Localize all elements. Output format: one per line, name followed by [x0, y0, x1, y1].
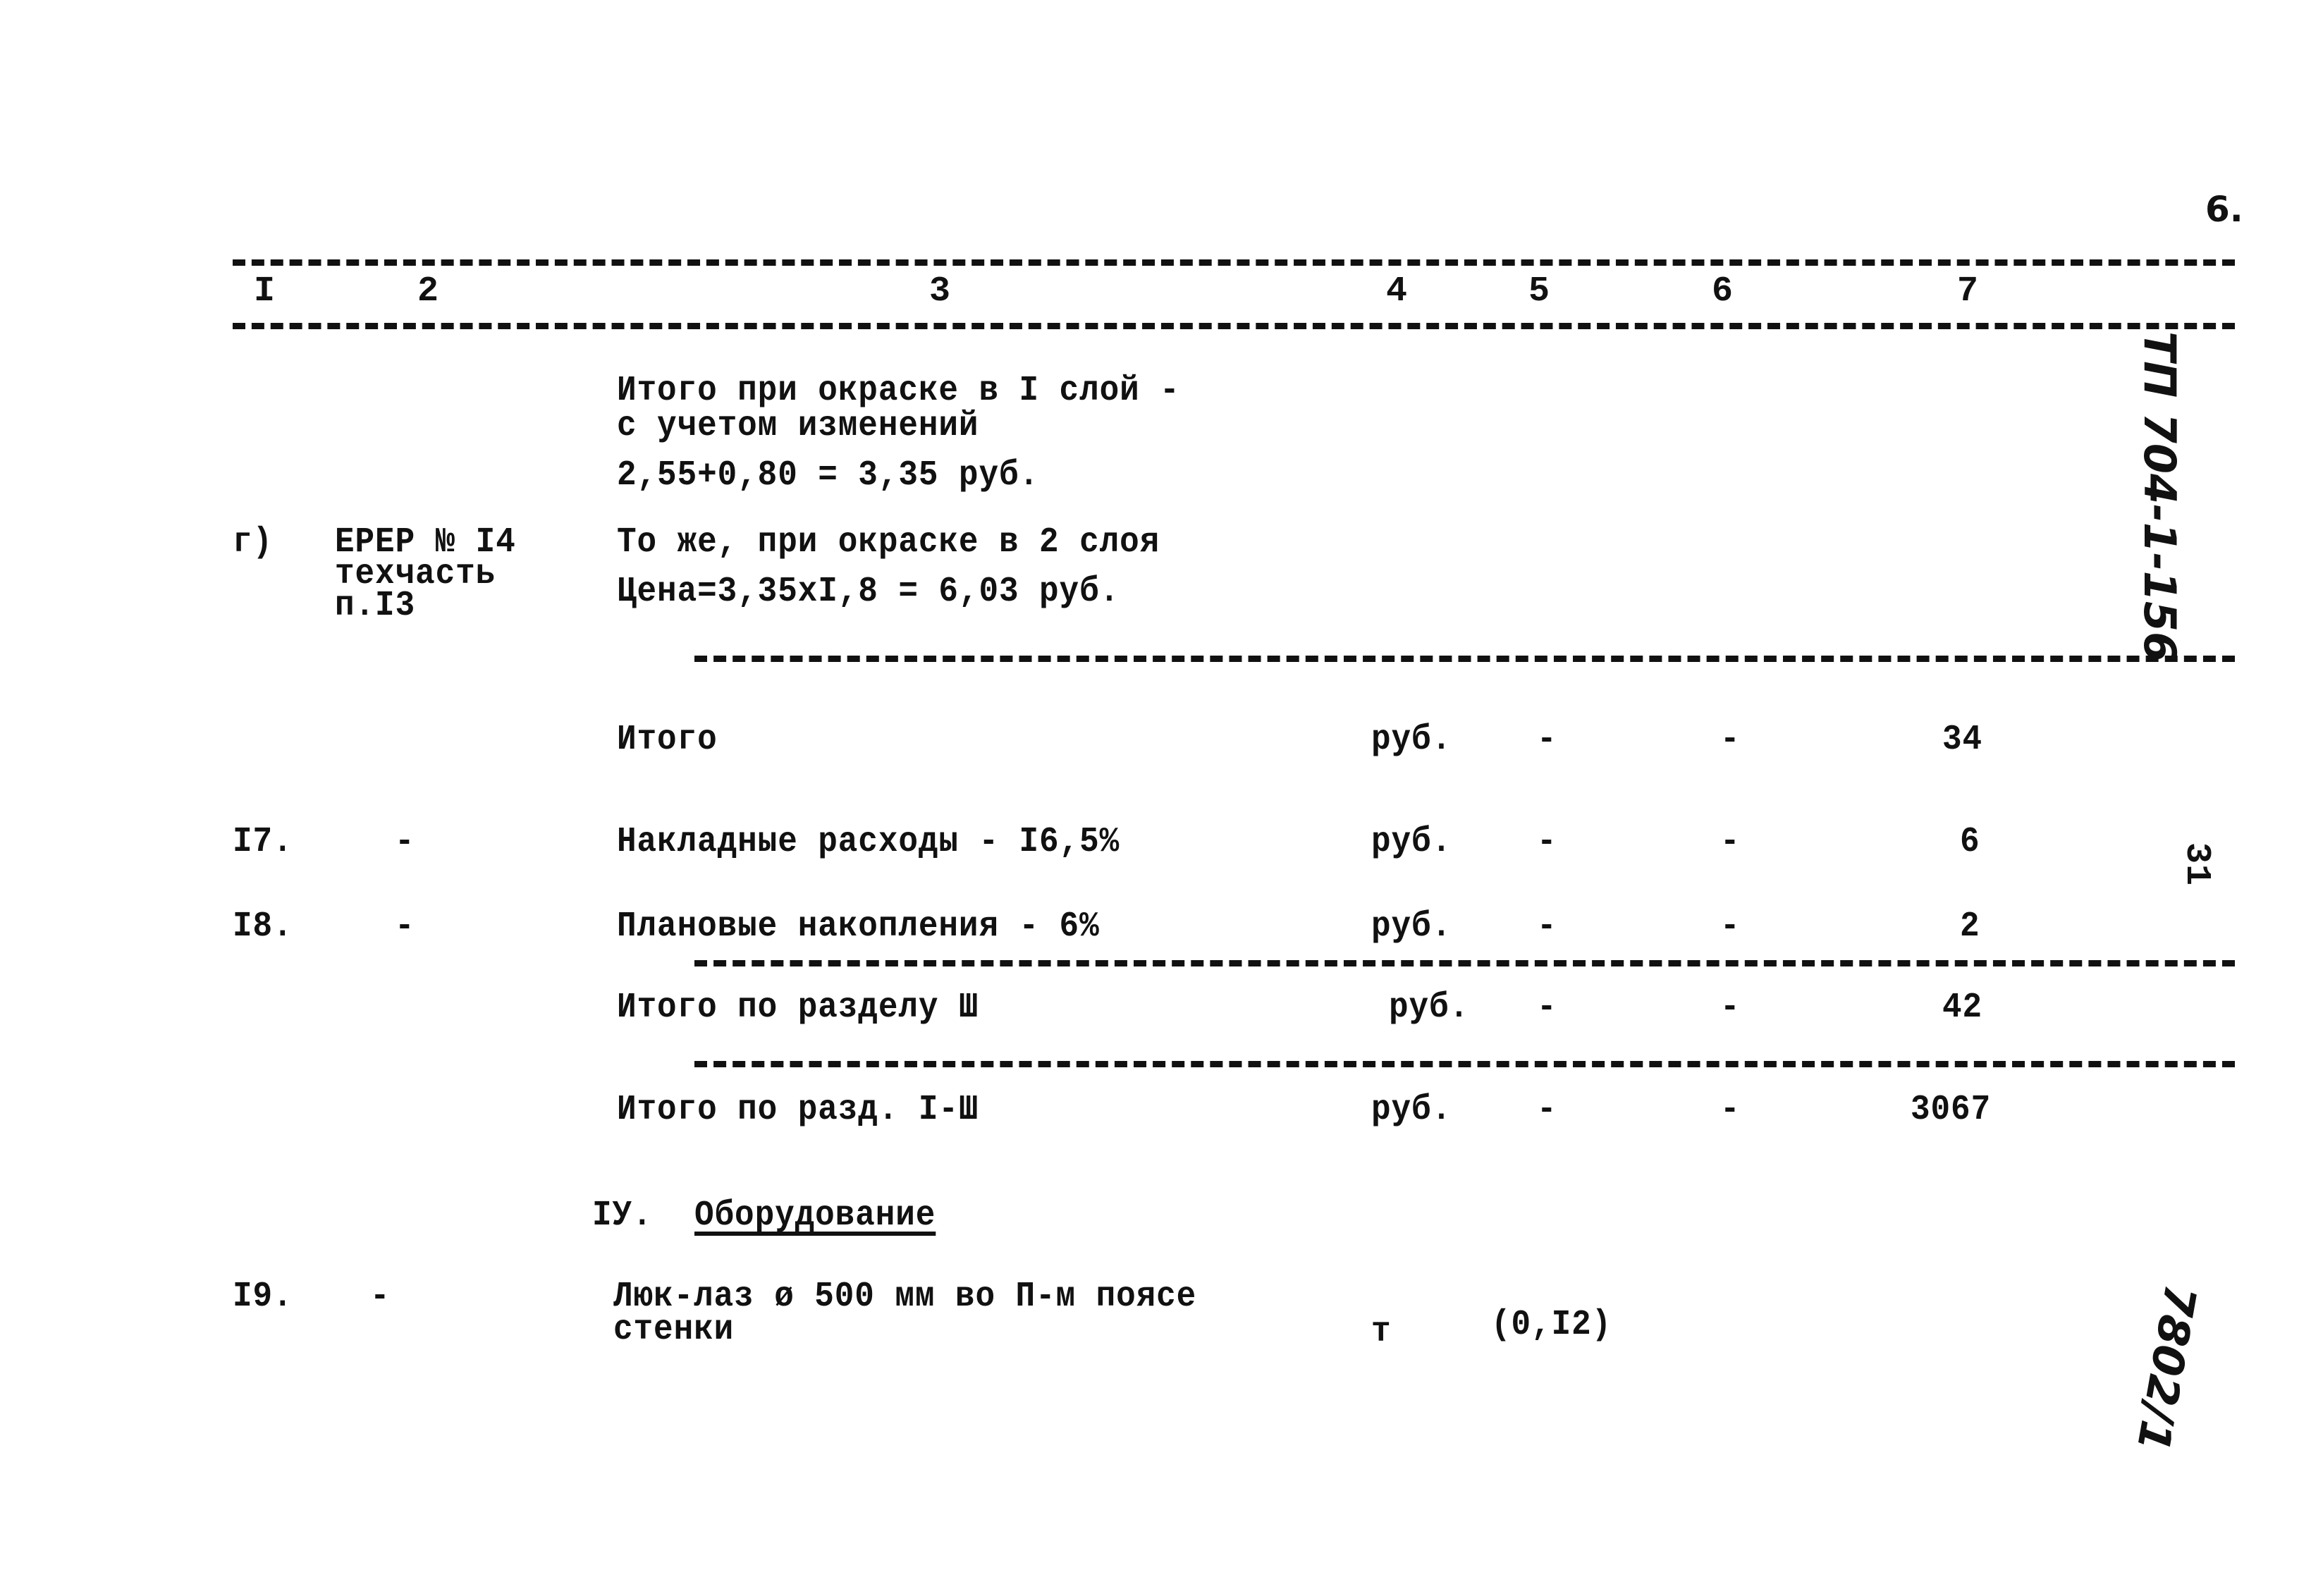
row-unit: руб. — [1371, 1090, 1452, 1130]
row-col6: - — [1720, 907, 1741, 947]
row-number: I7. — [233, 822, 293, 862]
painting-line-2: с учетом изменений — [617, 406, 979, 446]
row-number: I9. — [233, 1277, 293, 1317]
row-unit: руб. — [1371, 907, 1452, 947]
section-rule-2 — [694, 1061, 2235, 1067]
column-header-6: 6 — [1712, 271, 1734, 312]
subtotal-rule — [694, 656, 2235, 662]
row-col5: (0,I2) — [1491, 1305, 1612, 1345]
column-header-2: 2 — [417, 271, 439, 312]
margin-note-doc-code: ТП 704-1-156 — [2134, 331, 2186, 663]
section-numeral: IУ. — [592, 1196, 653, 1236]
row-col5: - — [1537, 1090, 1557, 1130]
row-col7: 2 — [1960, 907, 1980, 947]
section-title: Оборудование — [694, 1196, 936, 1236]
row-ref: - — [395, 822, 415, 862]
page-number: 6. — [2205, 189, 2243, 230]
row-col5: - — [1537, 822, 1557, 862]
row-ref: - — [370, 1277, 391, 1317]
row-name: Итого по разделу Ш — [617, 988, 979, 1028]
row-g-desc-line-2: Цена=3,35xI,8 = 6,03 руб. — [617, 572, 1120, 612]
row-col6: - — [1720, 1090, 1741, 1130]
painting-formula: 2,55+0,80 = 3,35 руб. — [617, 455, 1040, 496]
painting-line-1: Итого при окраске в I слой - — [617, 371, 1180, 411]
column-header-5: 5 — [1528, 271, 1550, 312]
row-col7: 3067 — [1911, 1090, 1992, 1130]
row-col7: 34 — [1942, 720, 1983, 760]
row-col7: 6 — [1960, 822, 1980, 862]
row-col7: 42 — [1942, 988, 1983, 1028]
row-g-number: г) — [233, 522, 274, 563]
section-rule-1 — [694, 960, 2235, 966]
column-header-1: I — [254, 271, 276, 312]
column-header-3: 3 — [929, 271, 951, 312]
row-g-ref-line-3: п.I3 — [335, 586, 416, 626]
row-col5: - — [1537, 907, 1557, 947]
row-ref: - — [395, 907, 415, 947]
column-header-7: 7 — [1957, 271, 1979, 312]
row-name: Накладные расходы - I6,5% — [617, 822, 1120, 862]
margin-note-archive-number: 7802/1 — [2126, 1281, 2207, 1456]
row-name: Итого — [617, 720, 718, 760]
row-col5: - — [1537, 988, 1557, 1028]
row-unit: руб. — [1371, 720, 1452, 760]
row-col5: - — [1537, 720, 1557, 760]
row-col6: - — [1720, 822, 1741, 862]
row-g-desc-line-1: То же, при окраске в 2 слоя — [617, 522, 1160, 563]
header-bottom-rule — [233, 323, 2235, 329]
row-col6: - — [1720, 988, 1741, 1028]
row-name-line-2: стенки — [613, 1310, 735, 1350]
row-name: Плановые накопления - 6% — [617, 907, 1100, 947]
row-unit: т — [1371, 1312, 1392, 1352]
row-unit: руб. — [1371, 822, 1452, 862]
row-name: Итого по разд. I-Ш — [617, 1090, 979, 1130]
header-top-rule — [233, 259, 2235, 266]
column-header-4: 4 — [1386, 271, 1408, 312]
row-number: I8. — [233, 907, 293, 947]
row-unit: руб. — [1389, 988, 1470, 1028]
margin-note-sheet-number: 31 — [2176, 842, 2217, 887]
row-col6: - — [1720, 720, 1741, 760]
